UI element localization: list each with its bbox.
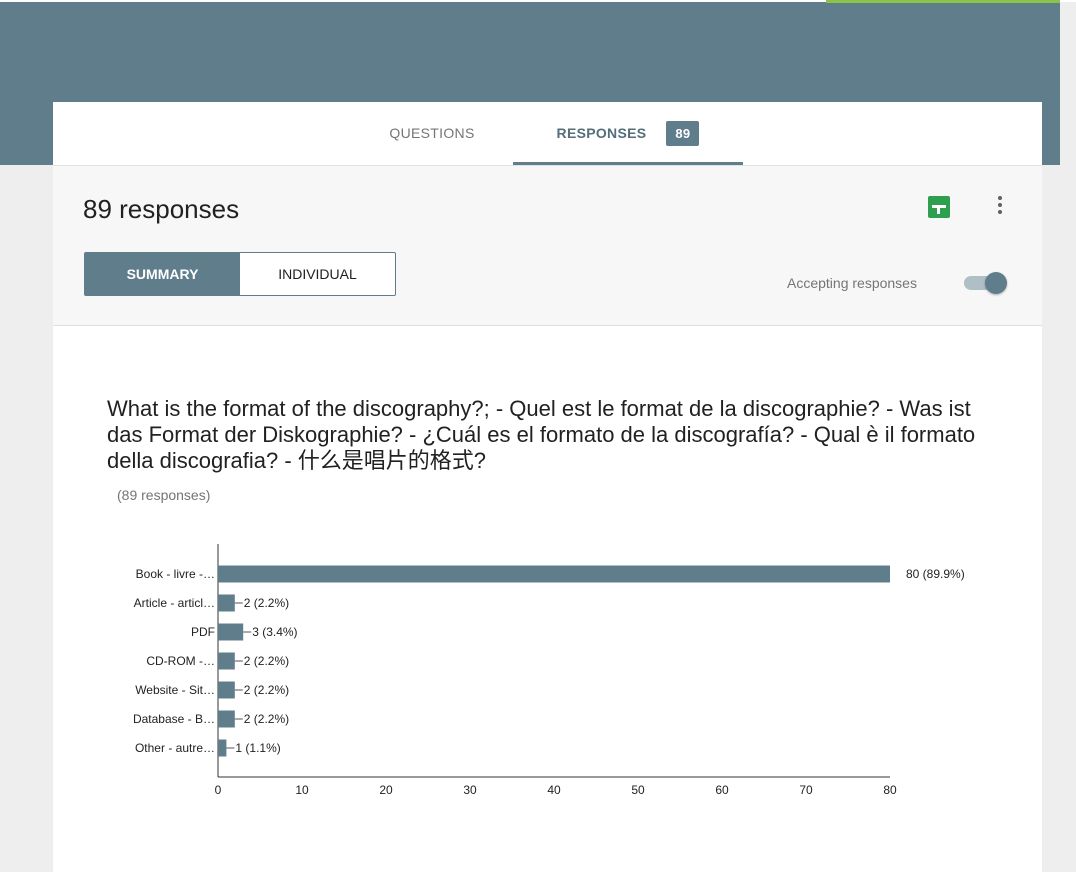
data-label-4: 2 (2.2%) (244, 683, 289, 697)
x-tick-label-6: 60 (715, 783, 729, 797)
x-tick-label-0: 0 (215, 783, 222, 797)
x-tick-label-3: 30 (463, 783, 477, 797)
responses-count-badge: 89 (666, 120, 700, 146)
view-toggle: SUMMARY INDIVIDUAL (84, 252, 396, 296)
category-label-1: Article - articl… (134, 596, 215, 610)
data-label-3: 2 (2.2%) (244, 654, 289, 668)
bar-0 (218, 565, 890, 583)
question-summary-card: What is the format of the discography?; … (53, 326, 1042, 872)
sheets-icon[interactable] (928, 196, 950, 218)
category-label-4: Website - Sit… (135, 683, 215, 697)
x-tick-label-7: 70 (799, 783, 813, 797)
tab-bar: QUESTIONS RESPONSES 89 (53, 102, 1042, 166)
bar-5 (218, 710, 235, 728)
data-label-5: 2 (2.2%) (244, 712, 289, 726)
tab-questions[interactable]: QUESTIONS (367, 102, 497, 164)
x-tick-label-4: 40 (547, 783, 561, 797)
tab-responses-label: RESPONSES (556, 125, 647, 141)
data-label-6: 1 (1.1%) (235, 741, 280, 755)
bar-3 (218, 652, 235, 670)
individual-button[interactable]: INDIVIDUAL (240, 253, 395, 295)
bar-chart: Book - livre -… 80 (89.9%) Article - artic… (133, 544, 965, 797)
bar-2 (218, 623, 244, 641)
category-label-2: PDF (191, 625, 215, 639)
accepting-responses-label: Accepting responses (787, 275, 917, 291)
more-vert-icon[interactable] (995, 194, 1005, 218)
bar-6 (218, 739, 227, 757)
x-tick-label-5: 50 (631, 783, 645, 797)
tab-responses[interactable]: RESPONSES 89 (513, 102, 743, 165)
bar-4 (218, 681, 235, 699)
top-accent-bar (826, 0, 1060, 3)
bar-1 (218, 594, 235, 612)
x-tick-label-8: 80 (883, 783, 897, 797)
accepting-toggle-knob[interactable] (985, 272, 1007, 294)
category-label-0: Book - livre -… (136, 567, 215, 581)
x-tick-label-2: 20 (379, 783, 393, 797)
category-label-6: Other - autre… (135, 741, 215, 755)
data-label-1: 2 (2.2%) (244, 596, 289, 610)
data-label-0: 80 (89.9%) (906, 567, 965, 581)
responses-title: 89 responses (83, 194, 240, 224)
active-tab-underline (513, 162, 743, 165)
data-label-2: 3 (3.4%) (252, 625, 297, 639)
x-tick-label-1: 10 (295, 783, 309, 797)
category-label-5: Database - B… (133, 712, 215, 726)
tab-questions-label: QUESTIONS (389, 125, 475, 141)
summary-button[interactable]: SUMMARY (85, 253, 240, 295)
responses-summary-card: 89 responses SUMMARY INDIVIDUAL Acceptin… (53, 166, 1042, 326)
category-label-3: CD-ROM -… (146, 654, 215, 668)
